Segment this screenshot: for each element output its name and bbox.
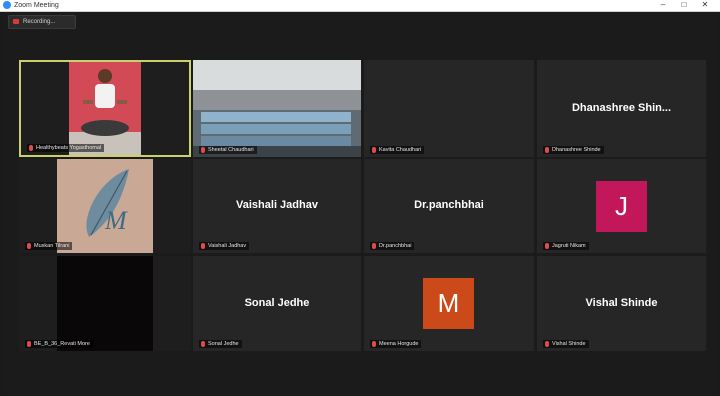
participant-name: Jagruti Nikam bbox=[543, 242, 589, 250]
participant-name: Sonal Jedhe bbox=[199, 340, 242, 348]
participant-display-name: Dr.panchbhai bbox=[414, 199, 484, 211]
video-tile-7[interactable]: Dr.panchbhai Dr.panchbhai bbox=[364, 159, 534, 253]
mic-muted-icon bbox=[372, 341, 376, 347]
participant-video-9 bbox=[19, 256, 191, 351]
video-tile-11[interactable]: M Meena Horgude bbox=[364, 256, 534, 351]
participant-name: Meena Horgude bbox=[370, 340, 422, 348]
participant-video-1 bbox=[21, 62, 189, 155]
video-tile-6[interactable]: Vaishali Jadhav Vaishali Jadhav bbox=[193, 159, 361, 253]
video-tile-1[interactable]: Healthybeats Yogasthomal bbox=[19, 60, 191, 157]
participant-name: Dr.panchbhai bbox=[370, 242, 415, 250]
mic-muted-icon bbox=[27, 243, 31, 249]
participant-avatar: J bbox=[596, 181, 647, 232]
mic-muted-icon bbox=[545, 147, 549, 153]
mic-muted-icon bbox=[372, 147, 376, 153]
participant-display-name: Dhanashree Shin... bbox=[571, 102, 672, 114]
mic-muted-icon bbox=[201, 147, 205, 153]
participant-name: BE_B_36_Revati More bbox=[25, 340, 93, 348]
video-tile-4[interactable]: Dhanashree Shin... Dhanashree Shinde bbox=[537, 60, 706, 157]
video-tile-9[interactable]: BE_B_36_Revati More bbox=[19, 256, 191, 351]
svg-text:M: M bbox=[104, 206, 128, 235]
mic-muted-icon bbox=[372, 243, 376, 249]
participant-video-2 bbox=[193, 60, 361, 157]
recording-label: Recording... bbox=[23, 19, 56, 25]
video-tile-10[interactable]: Sonal Jedhe Sonal Jedhe bbox=[193, 256, 361, 351]
mic-muted-icon bbox=[545, 341, 549, 347]
zoom-logo-icon bbox=[3, 1, 11, 9]
recording-indicator[interactable]: Recording... bbox=[8, 15, 76, 29]
minimize-button[interactable]: – bbox=[656, 0, 670, 11]
recording-icon bbox=[13, 19, 19, 24]
close-button[interactable]: ✕ bbox=[698, 0, 712, 11]
participant-display-name: Vishal Shinde bbox=[585, 297, 658, 309]
participant-name: Dhanashree Shinde bbox=[543, 146, 604, 154]
maximize-button[interactable]: □ bbox=[677, 0, 691, 11]
participant-display-name: Vaishali Jadhav bbox=[236, 199, 318, 211]
video-tile-8[interactable]: J Jagruti Nikam bbox=[537, 159, 706, 253]
video-tile-5[interactable]: M Muskan Tilrani bbox=[19, 159, 191, 253]
window-title: Zoom Meeting bbox=[14, 2, 59, 9]
window-title-bar: Zoom Meeting – □ ✕ bbox=[0, 0, 720, 12]
participant-name: Sheetal Chaudhari bbox=[199, 146, 257, 154]
participant-name: Muskan Tilrani bbox=[25, 242, 73, 250]
participant-avatar: M bbox=[423, 278, 474, 329]
video-tile-2[interactable]: Sheetal Chaudhari bbox=[193, 60, 361, 157]
mic-muted-icon bbox=[29, 145, 33, 151]
video-tile-12[interactable]: Vishal Shinde Vishal Shinde bbox=[537, 256, 706, 351]
participant-name: Kavita Chaudhari bbox=[370, 146, 425, 154]
mic-muted-icon bbox=[27, 341, 31, 347]
participant-name: Vishal Shinde bbox=[543, 340, 589, 348]
participant-display-name: Sonal Jedhe bbox=[244, 297, 310, 309]
participant-name: Healthybeats Yogasthomal bbox=[27, 144, 105, 152]
video-tile-3[interactable]: Kavita Chaudhari bbox=[364, 60, 534, 157]
mic-muted-icon bbox=[201, 341, 205, 347]
participant-name: Vaishali Jadhav bbox=[199, 242, 250, 250]
mic-muted-icon bbox=[545, 243, 549, 249]
mic-muted-icon bbox=[201, 243, 205, 249]
participant-video-5: M bbox=[19, 159, 191, 253]
